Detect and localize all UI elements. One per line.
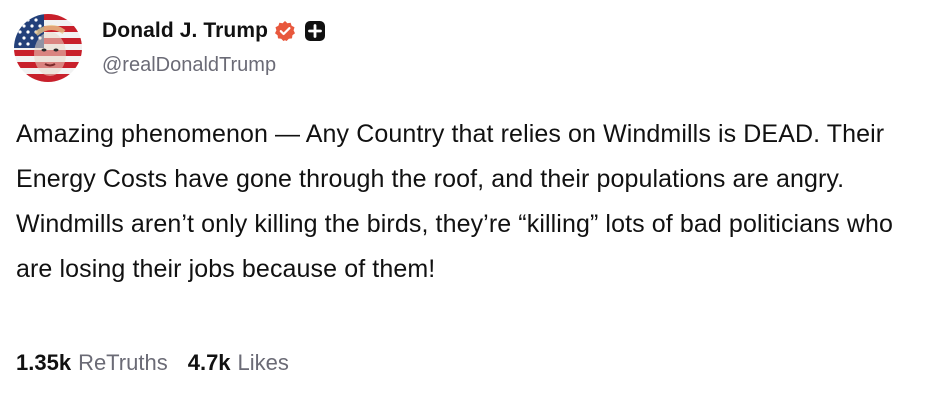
author-name-row: Donald J. Trump [102, 16, 326, 46]
retruths-stat[interactable]: 1.35k ReTruths [16, 350, 168, 376]
post-text: Amazing phenomenon — Any Country that re… [16, 120, 894, 283]
avatar[interactable] [14, 14, 82, 82]
author-handle[interactable]: @realDonaldTrump [102, 54, 276, 77]
likes-count: 4.7k [187, 350, 231, 375]
retruths-count: 1.35k [16, 350, 72, 375]
truth-post: Donald J. Trump @realDonaldTrump Amazing… [0, 0, 926, 402]
plus-square-icon[interactable] [304, 20, 326, 42]
likes-stat[interactable]: 4.7k Likes [188, 350, 289, 376]
post-stats: 1.35k ReTruths 4.7k Likes [16, 350, 289, 376]
author-display-name[interactable]: Donald J. Trump [102, 19, 268, 43]
flag-face-avatar-icon [14, 14, 82, 82]
likes-label: Likes [237, 350, 289, 375]
retruths-label: ReTruths [78, 350, 168, 375]
verified-badge-icon [274, 20, 296, 42]
